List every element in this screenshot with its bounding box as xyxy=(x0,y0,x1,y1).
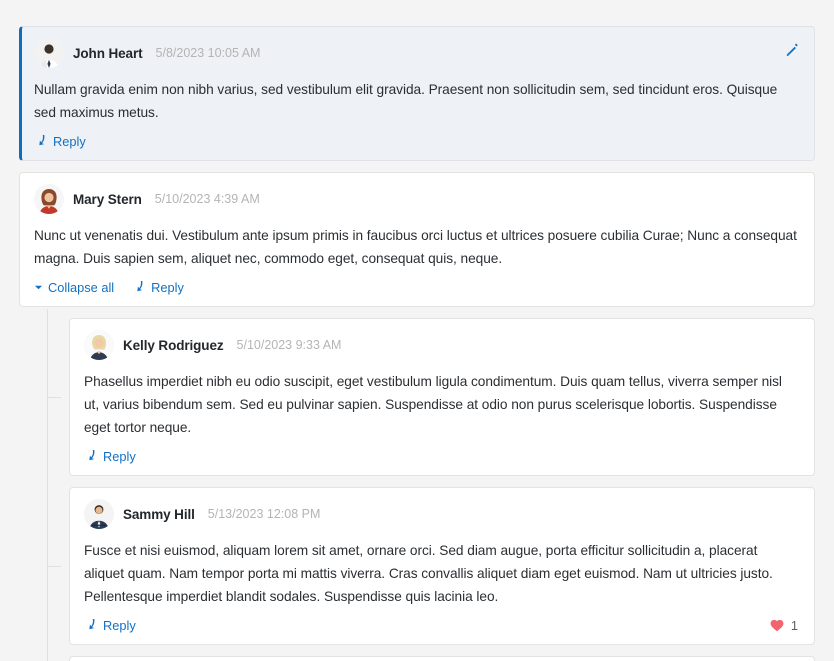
comment-actions: Collapse all Reply xyxy=(34,277,800,297)
reply-button[interactable]: Reply xyxy=(84,618,136,633)
reply-button[interactable]: Reply xyxy=(34,134,86,149)
comment-header: Mary Stern 5/10/2023 4:39 AM xyxy=(34,184,800,214)
comment-author: Kelly Rodriguez xyxy=(123,337,224,353)
pencil-icon[interactable] xyxy=(784,41,801,58)
heart-icon xyxy=(770,619,784,631)
thread-node: Sammy Hill 5/13/2023 12:08 PM Fusce et n… xyxy=(47,487,815,645)
comment-header: Kelly Rodriguez 5/10/2023 9:33 AM xyxy=(84,330,800,360)
like-counter[interactable]: 1 xyxy=(770,618,800,633)
reply-label: Reply xyxy=(103,617,136,633)
avatar xyxy=(84,330,114,360)
reply-arrow-icon xyxy=(89,619,95,630)
like-count: 1 xyxy=(790,617,798,633)
collapse-all-button[interactable]: Collapse all xyxy=(34,280,114,295)
comment-card-john-heart[interactable]: John Heart 5/8/2023 10:05 AM Nullam grav… xyxy=(19,26,815,161)
comments-thread-page: John Heart 5/8/2023 10:05 AM Nullam grav… xyxy=(0,0,834,661)
comment-timestamp: 5/8/2023 10:05 AM xyxy=(155,46,261,60)
reply-label: Reply xyxy=(151,279,184,295)
comment-card-mary-stern[interactable]: Mary Stern 5/10/2023 4:39 AM Nunc ut ven… xyxy=(19,172,815,307)
reply-arrow-icon xyxy=(89,450,95,461)
comment-body: Phasellus imperdiet nibh eu odio suscipi… xyxy=(84,374,782,435)
comment-timestamp: 5/10/2023 4:39 AM xyxy=(154,192,260,206)
avatar xyxy=(34,184,64,214)
comment-actions: Reply 1 xyxy=(84,615,800,635)
comment-body: Fusce et nisi euismod, aliquam lorem sit… xyxy=(84,543,773,604)
avatar xyxy=(34,38,64,68)
thread-node: Kelly Rodriguez 5/10/2023 9:33 AM Phasel… xyxy=(47,318,815,476)
comment-body: Nunc ut venenatis dui. Vestibulum ante i… xyxy=(34,228,797,266)
comment-timestamp: 5/13/2023 12:08 PM xyxy=(207,507,321,521)
comment-header: Sammy Hill 5/13/2023 12:08 PM xyxy=(84,499,800,529)
thread-node: Robert Reagan 5/14/2023 11:06 AM Donec r… xyxy=(69,656,815,661)
avatar xyxy=(84,499,114,529)
comment-actions: Reply xyxy=(84,446,800,466)
comment-card-sammy-hill[interactable]: Sammy Hill 5/13/2023 12:08 PM Fusce et n… xyxy=(69,487,815,645)
reply-button[interactable]: Reply xyxy=(84,449,136,464)
reply-arrow-icon xyxy=(39,135,45,146)
reply-label: Reply xyxy=(53,133,86,149)
comment-body: Nullam gravida enim non nibh varius, sed… xyxy=(34,82,778,120)
comment-author: John Heart xyxy=(73,45,143,61)
nested-replies-container: Kelly Rodriguez 5/10/2023 9:33 AM Phasel… xyxy=(47,309,815,661)
comment-author: Mary Stern xyxy=(73,191,142,207)
reply-label: Reply xyxy=(103,448,136,464)
reply-arrow-icon xyxy=(137,281,143,292)
comment-actions: Reply xyxy=(34,131,800,151)
comment-card-kelly-rodriguez[interactable]: Kelly Rodriguez 5/10/2023 9:33 AM Phasel… xyxy=(69,318,815,476)
comment-card-robert-reagan[interactable]: Robert Reagan 5/14/2023 11:06 AM Donec r… xyxy=(69,656,815,661)
collapse-all-label: Collapse all xyxy=(48,279,115,295)
chevron-down-icon xyxy=(34,285,43,289)
comment-author: Sammy Hill xyxy=(123,506,195,522)
comment-header: John Heart 5/8/2023 10:05 AM xyxy=(34,38,800,68)
reply-button[interactable]: Reply xyxy=(132,280,184,295)
comment-timestamp: 5/10/2023 9:33 AM xyxy=(236,338,342,352)
